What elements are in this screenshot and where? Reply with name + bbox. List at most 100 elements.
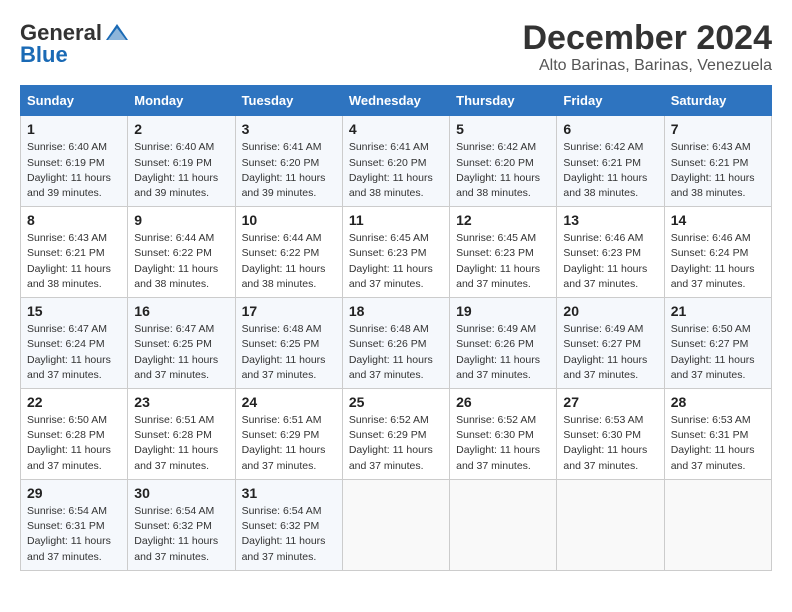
day-number: 27 <box>563 394 657 410</box>
day-info: Sunrise: 6:44 AMSunset: 6:22 PMDaylight:… <box>134 231 228 292</box>
day-number: 10 <box>242 212 336 228</box>
day-info: Sunrise: 6:54 AMSunset: 6:31 PMDaylight:… <box>27 504 121 565</box>
logo-icon <box>104 22 130 44</box>
day-number: 13 <box>563 212 657 228</box>
day-info: Sunrise: 6:49 AMSunset: 6:26 PMDaylight:… <box>456 322 550 383</box>
day-info: Sunrise: 6:53 AMSunset: 6:30 PMDaylight:… <box>563 413 657 474</box>
day-number: 8 <box>27 212 121 228</box>
day-number: 7 <box>671 121 765 137</box>
day-info: Sunrise: 6:40 AMSunset: 6:19 PMDaylight:… <box>27 140 121 201</box>
day-info: Sunrise: 6:43 AMSunset: 6:21 PMDaylight:… <box>27 231 121 292</box>
day-number: 4 <box>349 121 443 137</box>
table-row: 18 Sunrise: 6:48 AMSunset: 6:26 PMDaylig… <box>342 298 449 389</box>
day-number: 20 <box>563 303 657 319</box>
col-saturday: Saturday <box>664 86 771 116</box>
day-number: 31 <box>242 485 336 501</box>
table-row: 31 Sunrise: 6:54 AMSunset: 6:32 PMDaylig… <box>235 479 342 570</box>
table-row: 16 Sunrise: 6:47 AMSunset: 6:25 PMDaylig… <box>128 298 235 389</box>
day-info: Sunrise: 6:40 AMSunset: 6:19 PMDaylight:… <box>134 140 228 201</box>
table-row: 6 Sunrise: 6:42 AMSunset: 6:21 PMDayligh… <box>557 116 664 207</box>
day-info: Sunrise: 6:52 AMSunset: 6:29 PMDaylight:… <box>349 413 443 474</box>
day-info: Sunrise: 6:54 AMSunset: 6:32 PMDaylight:… <box>134 504 228 565</box>
day-number: 29 <box>27 485 121 501</box>
day-info: Sunrise: 6:50 AMSunset: 6:28 PMDaylight:… <box>27 413 121 474</box>
col-wednesday: Wednesday <box>342 86 449 116</box>
day-info: Sunrise: 6:48 AMSunset: 6:25 PMDaylight:… <box>242 322 336 383</box>
day-info: Sunrise: 6:51 AMSunset: 6:28 PMDaylight:… <box>134 413 228 474</box>
page-header: General Blue December 2024 Alto Barinas,… <box>20 20 772 75</box>
title-block: December 2024 Alto Barinas, Barinas, Ven… <box>522 20 772 75</box>
calendar-header-row: Sunday Monday Tuesday Wednesday Thursday… <box>21 86 772 116</box>
table-row: 3 Sunrise: 6:41 AMSunset: 6:20 PMDayligh… <box>235 116 342 207</box>
calendar-week-row: 29 Sunrise: 6:54 AMSunset: 6:31 PMDaylig… <box>21 479 772 570</box>
day-info: Sunrise: 6:41 AMSunset: 6:20 PMDaylight:… <box>349 140 443 201</box>
table-row: 17 Sunrise: 6:48 AMSunset: 6:25 PMDaylig… <box>235 298 342 389</box>
day-info: Sunrise: 6:53 AMSunset: 6:31 PMDaylight:… <box>671 413 765 474</box>
empty-cell <box>557 479 664 570</box>
table-row: 21 Sunrise: 6:50 AMSunset: 6:27 PMDaylig… <box>664 298 771 389</box>
day-info: Sunrise: 6:42 AMSunset: 6:21 PMDaylight:… <box>563 140 657 201</box>
day-number: 19 <box>456 303 550 319</box>
table-row: 13 Sunrise: 6:46 AMSunset: 6:23 PMDaylig… <box>557 207 664 298</box>
day-number: 2 <box>134 121 228 137</box>
day-info: Sunrise: 6:50 AMSunset: 6:27 PMDaylight:… <box>671 322 765 383</box>
table-row: 12 Sunrise: 6:45 AMSunset: 6:23 PMDaylig… <box>450 207 557 298</box>
day-number: 17 <box>242 303 336 319</box>
col-friday: Friday <box>557 86 664 116</box>
day-info: Sunrise: 6:52 AMSunset: 6:30 PMDaylight:… <box>456 413 550 474</box>
calendar-week-row: 8 Sunrise: 6:43 AMSunset: 6:21 PMDayligh… <box>21 207 772 298</box>
table-row: 8 Sunrise: 6:43 AMSunset: 6:21 PMDayligh… <box>21 207 128 298</box>
day-number: 1 <box>27 121 121 137</box>
table-row: 4 Sunrise: 6:41 AMSunset: 6:20 PMDayligh… <box>342 116 449 207</box>
table-row: 28 Sunrise: 6:53 AMSunset: 6:31 PMDaylig… <box>664 389 771 480</box>
day-number: 16 <box>134 303 228 319</box>
day-number: 23 <box>134 394 228 410</box>
day-number: 26 <box>456 394 550 410</box>
day-info: Sunrise: 6:43 AMSunset: 6:21 PMDaylight:… <box>671 140 765 201</box>
day-info: Sunrise: 6:51 AMSunset: 6:29 PMDaylight:… <box>242 413 336 474</box>
table-row: 20 Sunrise: 6:49 AMSunset: 6:27 PMDaylig… <box>557 298 664 389</box>
day-info: Sunrise: 6:45 AMSunset: 6:23 PMDaylight:… <box>349 231 443 292</box>
day-info: Sunrise: 6:46 AMSunset: 6:23 PMDaylight:… <box>563 231 657 292</box>
table-row: 27 Sunrise: 6:53 AMSunset: 6:30 PMDaylig… <box>557 389 664 480</box>
table-row: 11 Sunrise: 6:45 AMSunset: 6:23 PMDaylig… <box>342 207 449 298</box>
table-row: 10 Sunrise: 6:44 AMSunset: 6:22 PMDaylig… <box>235 207 342 298</box>
day-number: 3 <box>242 121 336 137</box>
day-number: 25 <box>349 394 443 410</box>
table-row: 2 Sunrise: 6:40 AMSunset: 6:19 PMDayligh… <box>128 116 235 207</box>
table-row: 19 Sunrise: 6:49 AMSunset: 6:26 PMDaylig… <box>450 298 557 389</box>
table-row: 9 Sunrise: 6:44 AMSunset: 6:22 PMDayligh… <box>128 207 235 298</box>
table-row: 14 Sunrise: 6:46 AMSunset: 6:24 PMDaylig… <box>664 207 771 298</box>
day-number: 11 <box>349 212 443 228</box>
location-title: Alto Barinas, Barinas, Venezuela <box>522 57 772 75</box>
table-row: 1 Sunrise: 6:40 AMSunset: 6:19 PMDayligh… <box>21 116 128 207</box>
day-info: Sunrise: 6:47 AMSunset: 6:25 PMDaylight:… <box>134 322 228 383</box>
table-row: 22 Sunrise: 6:50 AMSunset: 6:28 PMDaylig… <box>21 389 128 480</box>
empty-cell <box>664 479 771 570</box>
day-number: 28 <box>671 394 765 410</box>
col-thursday: Thursday <box>450 86 557 116</box>
day-number: 6 <box>563 121 657 137</box>
col-monday: Monday <box>128 86 235 116</box>
col-sunday: Sunday <box>21 86 128 116</box>
day-info: Sunrise: 6:48 AMSunset: 6:26 PMDaylight:… <box>349 322 443 383</box>
day-info: Sunrise: 6:42 AMSunset: 6:20 PMDaylight:… <box>456 140 550 201</box>
table-row: 15 Sunrise: 6:47 AMSunset: 6:24 PMDaylig… <box>21 298 128 389</box>
day-number: 9 <box>134 212 228 228</box>
table-row: 29 Sunrise: 6:54 AMSunset: 6:31 PMDaylig… <box>21 479 128 570</box>
day-number: 12 <box>456 212 550 228</box>
calendar-week-row: 22 Sunrise: 6:50 AMSunset: 6:28 PMDaylig… <box>21 389 772 480</box>
day-number: 18 <box>349 303 443 319</box>
day-info: Sunrise: 6:46 AMSunset: 6:24 PMDaylight:… <box>671 231 765 292</box>
logo: General Blue <box>20 20 132 68</box>
day-number: 22 <box>27 394 121 410</box>
col-tuesday: Tuesday <box>235 86 342 116</box>
month-title: December 2024 <box>522 20 772 57</box>
table-row: 26 Sunrise: 6:52 AMSunset: 6:30 PMDaylig… <box>450 389 557 480</box>
calendar-week-row: 1 Sunrise: 6:40 AMSunset: 6:19 PMDayligh… <box>21 116 772 207</box>
table-row: 24 Sunrise: 6:51 AMSunset: 6:29 PMDaylig… <box>235 389 342 480</box>
calendar-week-row: 15 Sunrise: 6:47 AMSunset: 6:24 PMDaylig… <box>21 298 772 389</box>
calendar-table: Sunday Monday Tuesday Wednesday Thursday… <box>20 85 772 570</box>
table-row: 30 Sunrise: 6:54 AMSunset: 6:32 PMDaylig… <box>128 479 235 570</box>
day-number: 5 <box>456 121 550 137</box>
